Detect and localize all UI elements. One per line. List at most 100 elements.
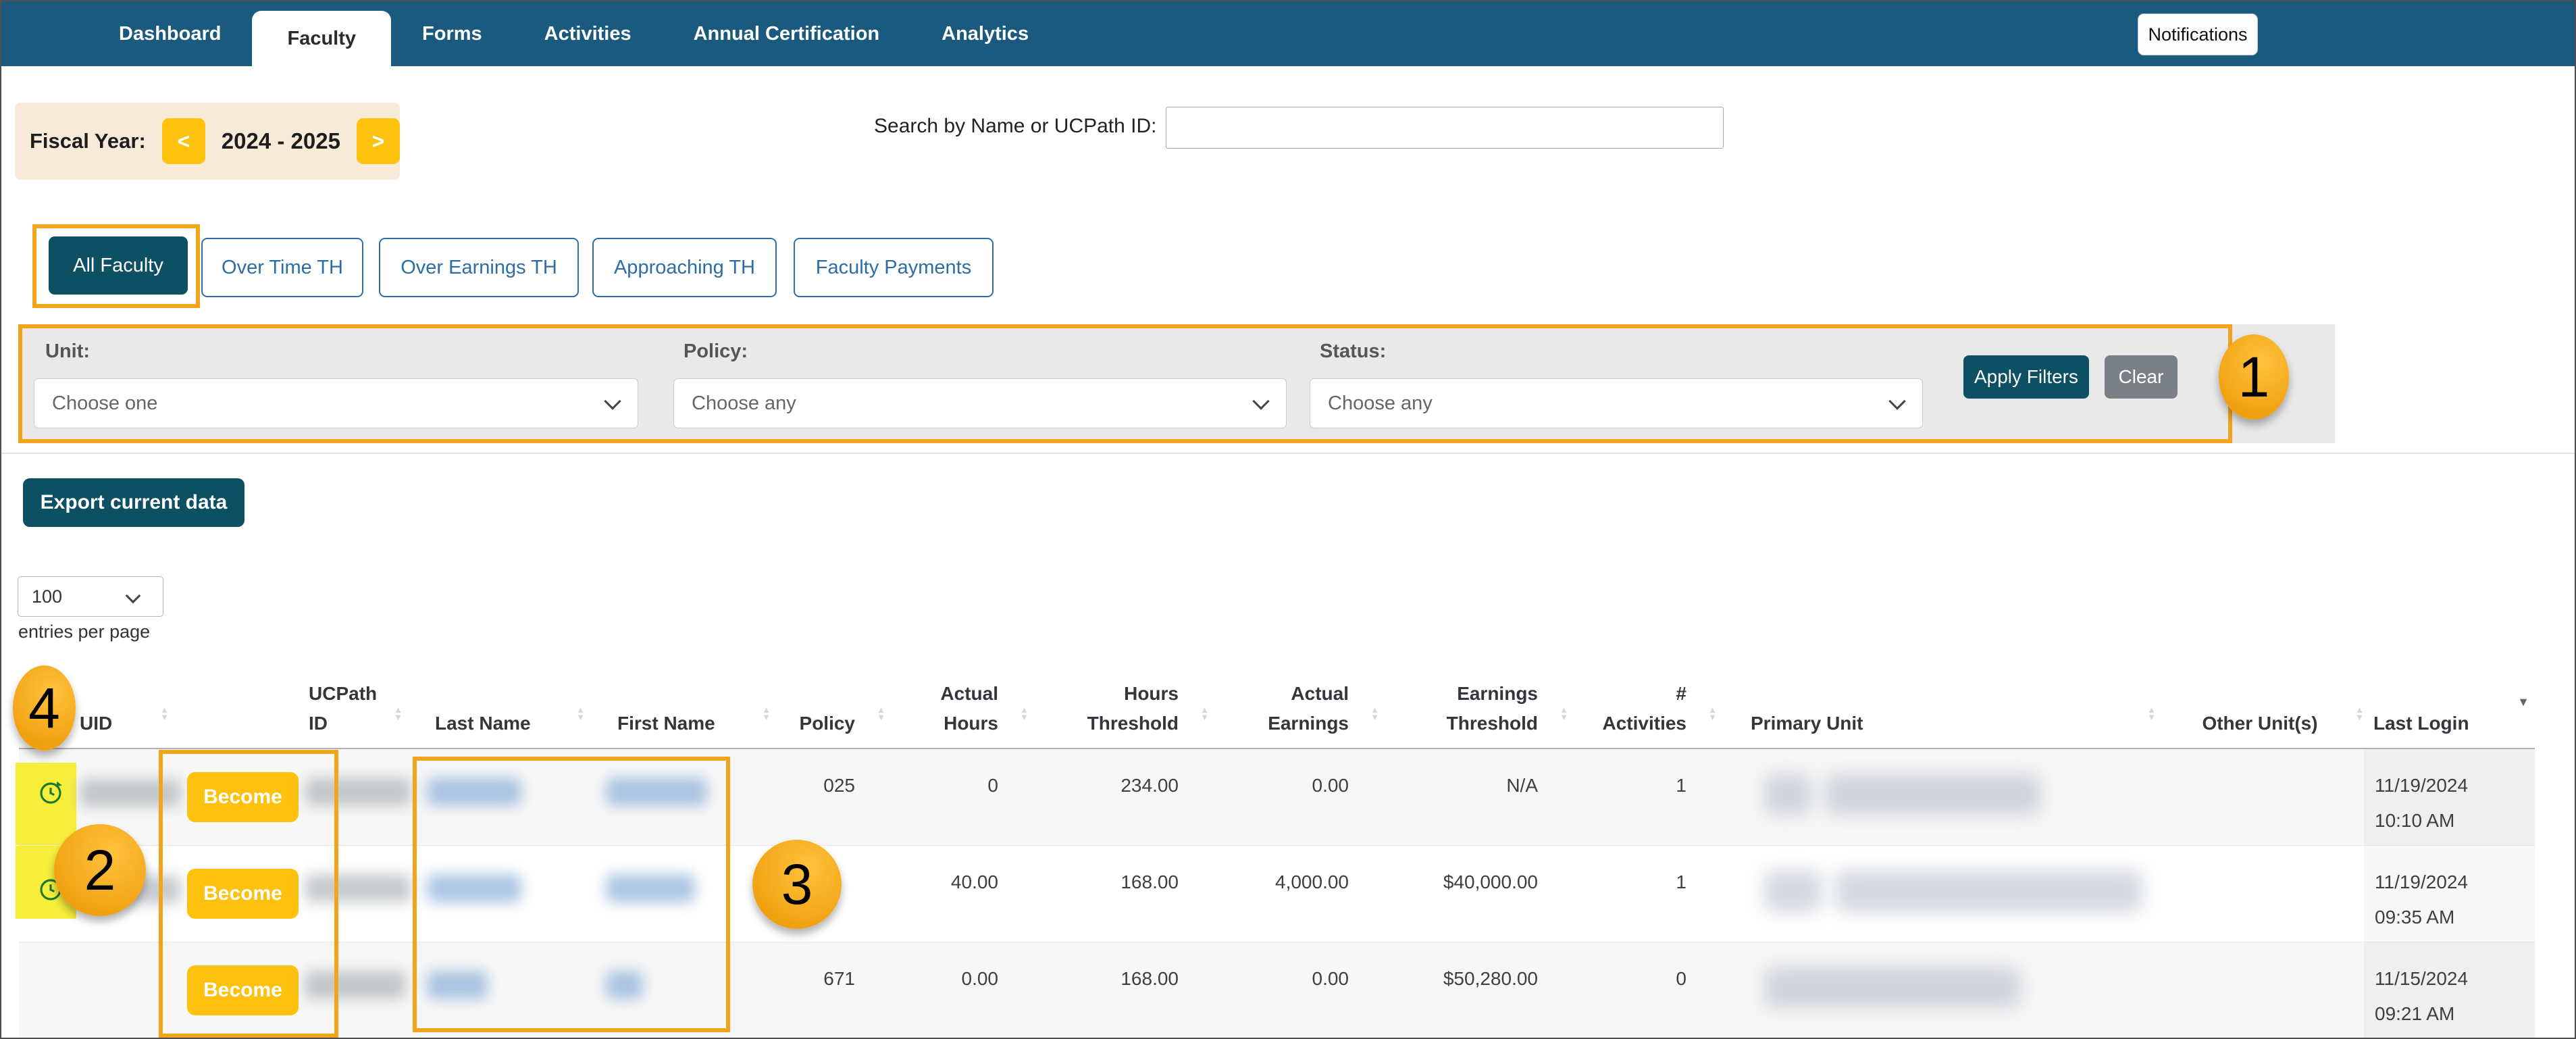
cell-actual_earnings: 0.00 — [1209, 749, 1379, 845]
fiscal-year-prev-button[interactable]: < — [162, 118, 205, 164]
filter-tab-over-earnings-th[interactable]: Over Earnings TH — [379, 238, 579, 297]
filter-tab-over-time-th[interactable]: Over Time TH — [201, 238, 363, 297]
cell-first_name — [585, 749, 771, 845]
become-button[interactable]: Become — [187, 772, 299, 822]
search-input[interactable] — [1166, 107, 1724, 149]
cell-icon — [19, 846, 76, 942]
cell-last_login: 11/19/2024 10:10 AM — [2364, 749, 2535, 845]
cell-first_name — [585, 942, 771, 1038]
policy-filter-value: Choose any — [692, 392, 796, 415]
last-name-link-redacted[interactable] — [427, 778, 521, 806]
filter-tab-all-faculty[interactable]: All Faculty — [49, 236, 188, 295]
column-header-earnings_threshold[interactable]: Earnings Threshold▲▼ — [1379, 679, 1568, 748]
column-header-other_units[interactable]: Other Unit(s)▲▼ — [2156, 709, 2364, 748]
first-name-link-redacted[interactable] — [606, 971, 643, 999]
page-size-select[interactable]: 100 — [18, 576, 163, 617]
nav-tab-activities[interactable]: Activities — [513, 1, 663, 66]
column-header-actual_hours[interactable]: Actual Hours▲▼ — [885, 679, 1029, 748]
cell-other_units — [2156, 846, 2364, 942]
faculty-table: UID▲▼UCPath ID▲▼Last Name▲▼First Name▲▼P… — [19, 667, 2535, 1039]
cell-hours_threshold: 168.00 — [1029, 846, 1209, 942]
sort-arrows-icon: ▲▼ — [762, 706, 771, 721]
cell-uid — [76, 846, 169, 942]
filter-tab-approaching-th[interactable]: Approaching TH — [592, 238, 777, 297]
fiscal-year-next-button[interactable]: > — [357, 118, 400, 164]
policy-filter-label: Policy: — [684, 340, 748, 363]
ucpath-redacted — [305, 874, 411, 903]
pending-clock-icon — [36, 876, 65, 909]
first-name-link-redacted[interactable] — [606, 874, 695, 903]
become-button[interactable]: Become — [187, 965, 299, 1015]
sort-arrows-icon: ▲▼ — [2355, 706, 2364, 721]
last-name-link-redacted[interactable] — [427, 971, 488, 999]
policy-filter-select[interactable]: Choose any — [673, 378, 1287, 428]
chevron-down-icon — [604, 392, 621, 409]
status-filter-select[interactable]: Choose any — [1310, 378, 1923, 428]
column-header-primary_unit[interactable]: Primary Unit▲▼ — [1717, 709, 2156, 748]
nav-tab-annual-certification[interactable]: Annual Certification — [663, 1, 911, 66]
cell-become: Become — [169, 942, 302, 1038]
column-header-last_name[interactable]: Last Name▲▼ — [403, 709, 585, 748]
section-divider — [1, 453, 2575, 454]
cell-earnings_threshold: $40,000.00 — [1379, 846, 1568, 942]
column-header-first_name[interactable]: First Name▲▼ — [585, 709, 771, 748]
search-label: Search by Name or UCPath ID: — [874, 115, 1157, 138]
cell-become: Become — [169, 846, 302, 942]
nav-tab-analytics[interactable]: Analytics — [910, 1, 1060, 66]
nav-tab-dashboard[interactable]: Dashboard — [88, 1, 252, 66]
cell-primary_unit — [1717, 942, 2156, 1038]
column-header-activities[interactable]: # Activities▲▼ — [1568, 679, 1717, 748]
fiscal-year-value: 2024 - 2025 — [222, 128, 340, 154]
pending-clock-icon — [36, 779, 65, 812]
unit-filter-value: Choose one — [52, 392, 157, 415]
first-name-link-redacted[interactable] — [606, 778, 707, 806]
nav-tab-faculty[interactable]: Faculty — [252, 11, 391, 66]
ucpath-redacted — [305, 971, 406, 999]
last-name-link-redacted[interactable] — [427, 874, 521, 903]
become-button[interactable]: Become — [187, 869, 299, 919]
column-header-hours_threshold[interactable]: Hours Threshold▲▼ — [1029, 679, 1209, 748]
cell-actual_earnings: 4,000.00 — [1209, 846, 1379, 942]
primary-unit-redacted — [1825, 774, 2041, 815]
primary-unit-redacted — [1764, 967, 2021, 1009]
fiscal-year-label: Fiscal Year: — [30, 129, 146, 153]
cell-earnings_threshold: $50,280.00 — [1379, 942, 1568, 1038]
cell-first_name — [585, 846, 771, 942]
fiscal-year-selector: Fiscal Year: < 2024 - 2025 > — [15, 103, 400, 180]
chevron-down-icon — [126, 588, 141, 604]
sort-arrows-icon: ▲▼ — [2147, 706, 2156, 721]
table-row: Become6710.00168.000.00$50,280.00011/15/… — [19, 942, 2535, 1039]
notifications-button[interactable]: Notifications — [2138, 14, 2258, 55]
nav-tab-forms[interactable]: Forms — [391, 1, 513, 66]
primary-unit-redacted — [1764, 774, 1811, 815]
column-header-last_login[interactable]: Last Login▼ — [2364, 709, 2535, 748]
filter-tab-faculty-payments[interactable]: Faculty Payments — [794, 238, 994, 297]
cell-other_units — [2156, 942, 2364, 1038]
sort-arrows-icon: ▲▼ — [1020, 706, 1029, 721]
cell-become: Become — [169, 749, 302, 845]
clear-filters-button[interactable]: Clear — [2105, 355, 2178, 399]
uid-redacted — [80, 876, 181, 904]
entries-per-page-label: entries per page — [18, 622, 150, 642]
export-current-data-button[interactable]: Export current data — [23, 478, 244, 527]
cell-ucpath — [302, 749, 403, 845]
chevron-down-icon — [1888, 392, 1905, 409]
cell-icon — [19, 749, 76, 845]
cell-actual_hours: 0.00 — [885, 942, 1029, 1038]
unit-filter-label: Unit: — [45, 340, 90, 363]
column-header-actual_earnings[interactable]: Actual Earnings▲▼ — [1209, 679, 1379, 748]
cell-last_name — [403, 749, 585, 845]
primary-unit-redacted — [1764, 870, 1822, 912]
cell-hours_threshold: 234.00 — [1029, 749, 1209, 845]
unit-filter-select[interactable]: Choose one — [34, 378, 638, 428]
cell-activities: 1 — [1568, 846, 1717, 942]
ucpath-redacted — [305, 778, 411, 806]
cell-earnings_threshold: N/A — [1379, 749, 1568, 845]
column-header-policy[interactable]: Policy▲▼ — [771, 709, 885, 748]
apply-filters-button[interactable]: Apply Filters — [1963, 355, 2089, 399]
sort-arrows-icon: ▲▼ — [1200, 706, 1209, 721]
cell-uid — [76, 749, 169, 845]
column-header-ucpath[interactable]: UCPath ID▲▼ — [302, 679, 403, 748]
cell-last_name — [403, 846, 585, 942]
column-header-uid[interactable]: UID▲▼ — [76, 709, 169, 748]
